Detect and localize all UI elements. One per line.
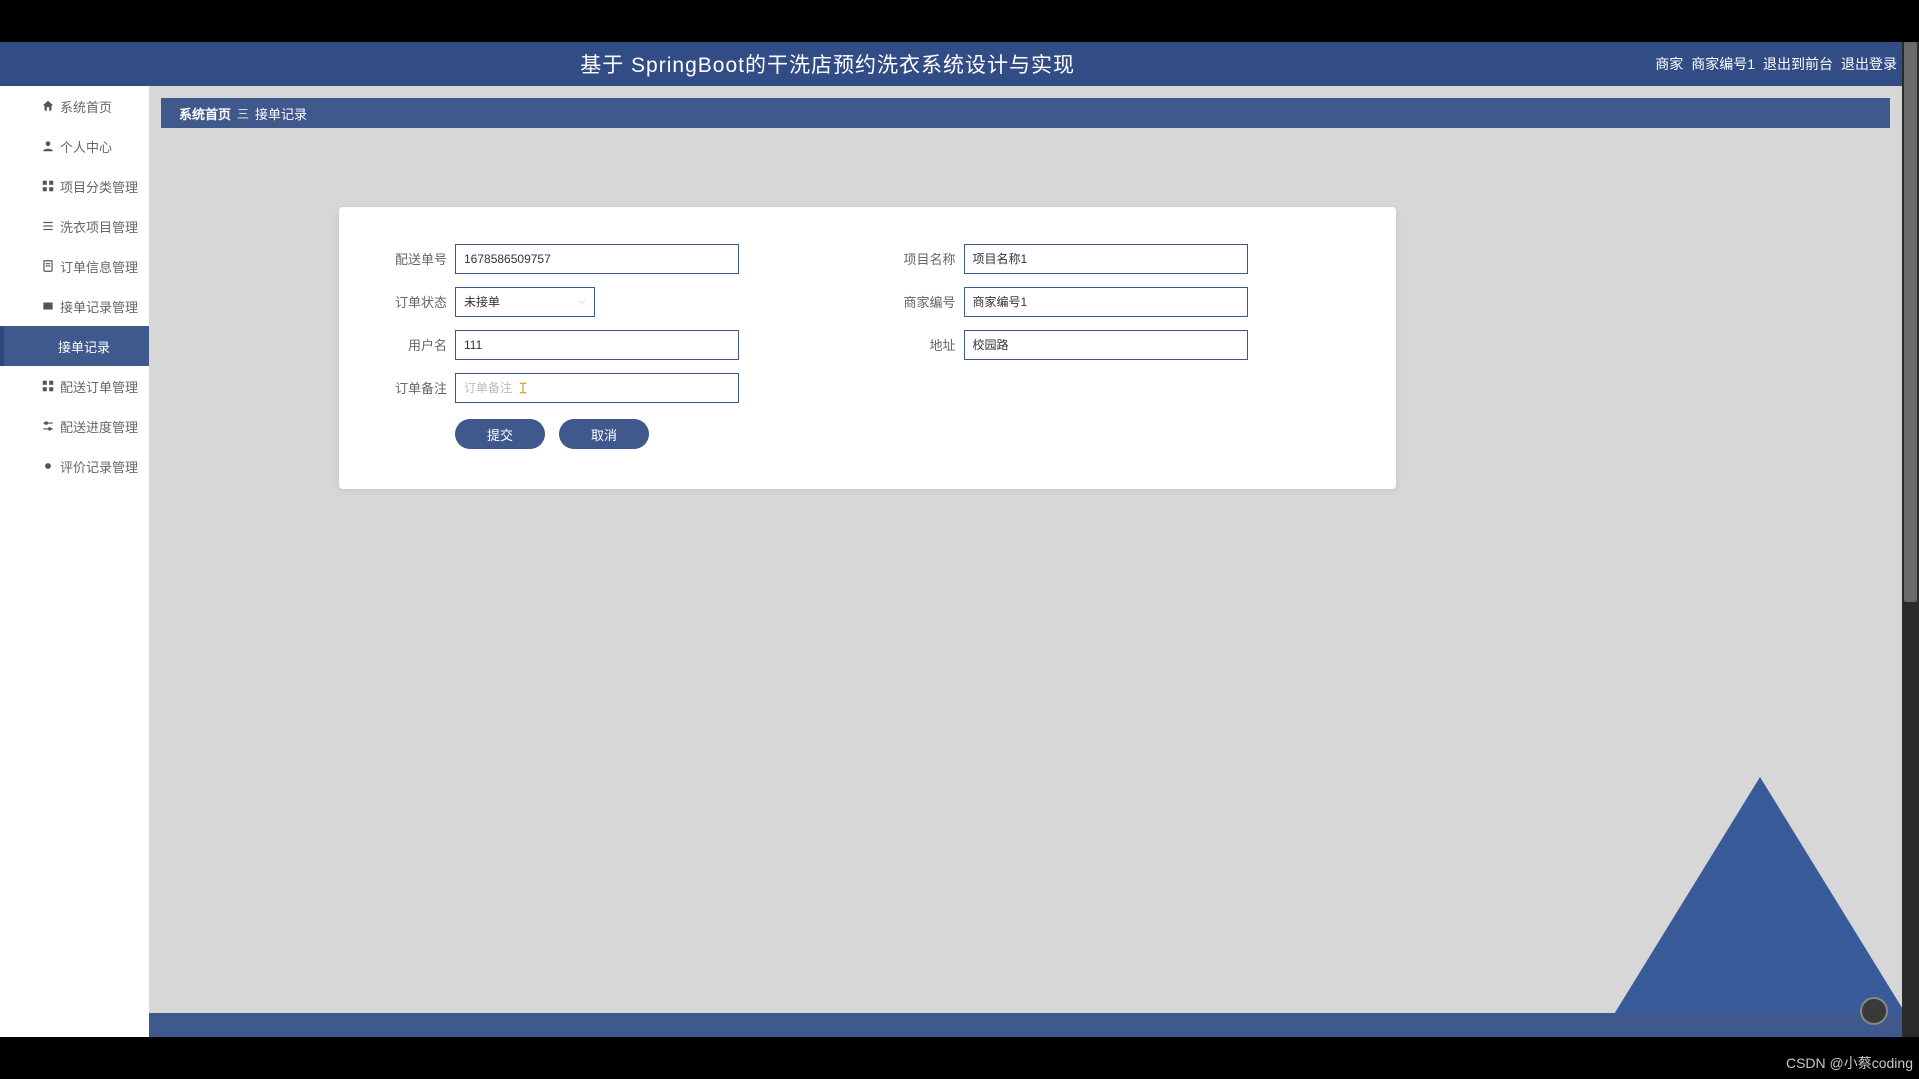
person-icon bbox=[40, 138, 56, 154]
sidebar-item-category[interactable]: 项目分类管理 bbox=[0, 166, 149, 206]
label-project-name: 项目名称 bbox=[868, 249, 956, 268]
sidebar-item-laundry[interactable]: 洗衣项目管理 bbox=[0, 206, 149, 246]
dot-icon bbox=[40, 458, 56, 474]
select-order-status-value: 未接单 bbox=[464, 293, 500, 310]
sidebar-item-label: 接单记录管理 bbox=[60, 297, 138, 316]
select-order-status[interactable]: 未接单 bbox=[455, 287, 595, 317]
sidebar-item-label: 项目分类管理 bbox=[60, 177, 138, 196]
scrollbar-thumb[interactable] bbox=[1904, 42, 1917, 602]
input-address[interactable] bbox=[964, 330, 1248, 360]
home-icon bbox=[40, 98, 56, 114]
sliders-icon bbox=[40, 418, 56, 434]
label-order-status: 订单状态 bbox=[359, 292, 447, 311]
top-header: 基于 SpringBoot的干洗店预约洗衣系统设计与实现 商家 商家编号1 退出… bbox=[0, 42, 1919, 86]
header-right: 商家 商家编号1 退出到前台 退出登录 bbox=[1655, 54, 1919, 74]
grid-icon bbox=[40, 178, 56, 194]
sidebar-item-delivery-order[interactable]: 配送订单管理 bbox=[0, 366, 149, 406]
input-merchant-no[interactable] bbox=[964, 287, 1248, 317]
sidebar-item-review[interactable]: 评价记录管理 bbox=[0, 446, 149, 486]
sidebar-subitem-accept-record[interactable]: 接单记录 bbox=[0, 326, 149, 366]
breadcrumb: 系统首页 三 接单记录 bbox=[161, 98, 1890, 128]
sidebar-item-orderinfo[interactable]: 订单信息管理 bbox=[0, 246, 149, 286]
form-card: 配送单号 订单状态 未接单 用户名 bbox=[339, 207, 1396, 489]
header-user[interactable]: 商家编号1 bbox=[1691, 54, 1755, 74]
label-merchant-no: 商家编号 bbox=[868, 292, 956, 311]
main-area: 系统首页 三 接单记录 配送单号 订单状态 未接单 bbox=[149, 86, 1902, 1037]
watermark: CSDN @小蔡coding bbox=[1786, 1053, 1913, 1073]
link-logout[interactable]: 退出登录 bbox=[1841, 54, 1897, 74]
label-address: 地址 bbox=[868, 335, 956, 354]
sidebar-item-label: 个人中心 bbox=[60, 137, 112, 156]
document-icon bbox=[40, 258, 56, 274]
floating-action-button[interactable] bbox=[1860, 997, 1888, 1025]
input-username[interactable] bbox=[455, 330, 739, 360]
sidebar-item-home[interactable]: 系统首页 bbox=[0, 86, 149, 126]
footer-strip bbox=[149, 1013, 1902, 1037]
sidebar-item-delivery-progress[interactable]: 配送进度管理 bbox=[0, 406, 149, 446]
breadcrumb-home[interactable]: 系统首页 bbox=[179, 104, 231, 123]
chevron-down-icon bbox=[576, 296, 588, 308]
page-title: 基于 SpringBoot的干洗店预约洗衣系统设计与实现 bbox=[0, 49, 1655, 79]
list-icon bbox=[40, 218, 56, 234]
sidebar-item-label: 订单信息管理 bbox=[60, 257, 138, 276]
input-project-name[interactable] bbox=[964, 244, 1248, 274]
record-icon bbox=[40, 298, 56, 314]
cancel-button[interactable]: 取消 bbox=[559, 419, 649, 449]
grid-icon bbox=[40, 378, 56, 394]
breadcrumb-current: 接单记录 bbox=[255, 104, 307, 123]
sidebar-item-label: 评价记录管理 bbox=[60, 457, 138, 476]
sidebar-item-profile[interactable]: 个人中心 bbox=[0, 126, 149, 166]
vertical-scrollbar[interactable] bbox=[1902, 42, 1919, 1037]
sidebar-item-label: 配送订单管理 bbox=[60, 377, 138, 396]
submit-button[interactable]: 提交 bbox=[455, 419, 545, 449]
breadcrumb-separator: 三 bbox=[237, 105, 249, 122]
sidebar-subitem-label: 接单记录 bbox=[58, 337, 110, 356]
sidebar-item-label: 配送进度管理 bbox=[60, 417, 138, 436]
sidebar-item-label: 系统首页 bbox=[60, 97, 112, 116]
input-order-remark[interactable] bbox=[455, 373, 739, 403]
label-delivery-no: 配送单号 bbox=[359, 249, 447, 268]
link-exit-to-front[interactable]: 退出到前台 bbox=[1763, 54, 1833, 74]
sidebar-item-label: 洗衣项目管理 bbox=[60, 217, 138, 236]
sidebar-item-accept-record[interactable]: 接单记录管理 bbox=[0, 286, 149, 326]
header-role: 商家 bbox=[1655, 54, 1683, 74]
input-delivery-no[interactable] bbox=[455, 244, 739, 274]
label-username: 用户名 bbox=[359, 335, 447, 354]
sidebar: 系统首页 个人中心 项目分类管理 洗衣项目管理 订单信息管理 bbox=[0, 86, 149, 1037]
label-order-remark: 订单备注 bbox=[359, 378, 447, 397]
